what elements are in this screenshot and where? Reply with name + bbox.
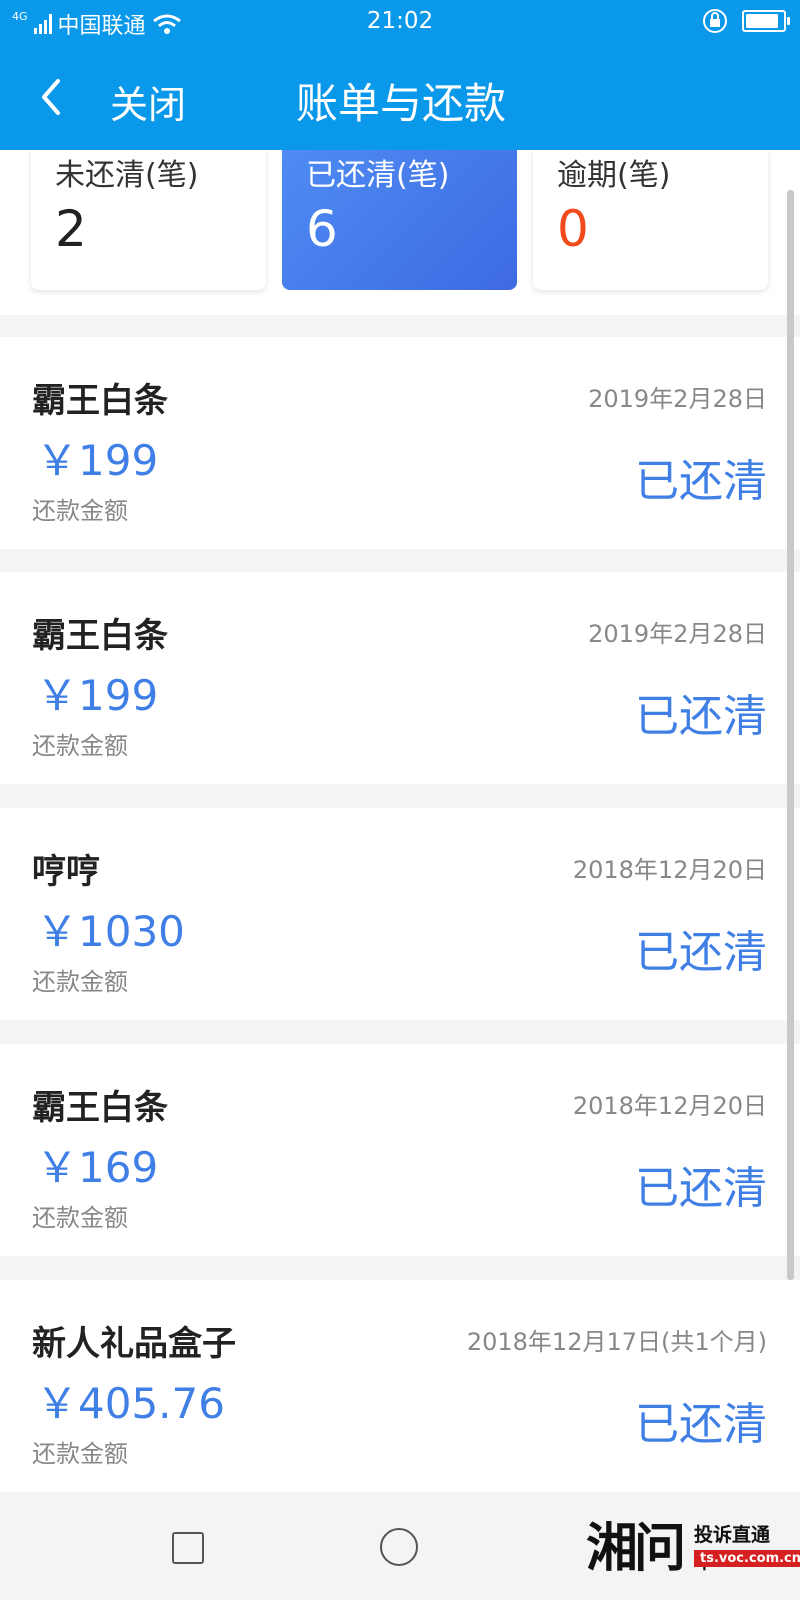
watermark-logo: 湘问: [586, 1518, 686, 1579]
bill-date: 2019年2月28日: [588, 620, 767, 648]
card-value: 0: [557, 200, 589, 258]
bill-item[interactable]: 霸王白条 2018年12月20日 ￥169 还款金额 已还清: [0, 1044, 800, 1256]
bill-status: 已还清: [635, 456, 767, 507]
nav-bar: 关闭 账单与还款: [0, 58, 800, 138]
status-time: 21:02: [366, 8, 434, 34]
app-header: 4G 中国联通 21:02 关闭 账单与还款: [0, 0, 800, 150]
page-title: 账单与还款: [296, 79, 507, 128]
bill-status: 已还清: [635, 1163, 767, 1214]
bill-amount-label: 还款金额: [32, 1204, 128, 1232]
bill-name: 哼哼: [32, 852, 100, 892]
system-nav-bar: 湘问 投诉直通车 ts.voc.com.cn: [0, 1494, 800, 1600]
card-unpaid[interactable]: 未还清(笔) 2: [31, 150, 266, 290]
card-label: 逾期(笔): [557, 158, 671, 193]
bill-item[interactable]: 霸王白条 2019年2月28日 ￥199 还款金额 已还清: [0, 337, 800, 549]
card-overdue[interactable]: 逾期(笔) 0: [533, 150, 768, 290]
status-bar: 4G 中国联通 21:02: [0, 0, 800, 42]
chevron-left-icon: [42, 79, 60, 115]
card-paid[interactable]: 已还清(笔) 6: [282, 150, 517, 290]
back-button[interactable]: [36, 72, 86, 122]
bill-amount-label: 还款金额: [32, 968, 128, 996]
bill-amount-label: 还款金额: [32, 497, 128, 525]
bill-amount: ￥1030: [36, 907, 185, 956]
bill-status: 已还清: [635, 691, 767, 742]
bill-status: 已还清: [635, 927, 767, 978]
battery-icon: [742, 10, 790, 32]
bill-status: 已还清: [635, 1399, 767, 1450]
home-button[interactable]: [380, 1528, 418, 1566]
bill-name: 霸王白条: [32, 381, 168, 421]
bill-name: 新人礼品盒子: [32, 1324, 236, 1364]
bill-date: 2018年12月20日: [572, 856, 767, 884]
watermark: 湘问 投诉直通车 ts.voc.com.cn: [586, 1506, 800, 1598]
bill-date: 2018年12月20日: [572, 1092, 767, 1120]
card-label: 未还清(笔): [55, 158, 199, 193]
bill-name: 霸王白条: [32, 616, 168, 656]
watermark-url: ts.voc.com.cn: [694, 1550, 800, 1567]
bill-date: 2018年12月17日(共1个月): [466, 1328, 767, 1356]
bill-item[interactable]: 新人礼品盒子 2018年12月17日(共1个月) ￥405.76 还款金额 已还…: [0, 1280, 800, 1492]
rotation-lock-icon: [703, 9, 727, 33]
bill-item[interactable]: 哼哼 2018年12月20日 ￥1030 还款金额 已还清: [0, 808, 800, 1020]
bill-amount-label: 还款金额: [32, 1440, 128, 1468]
bill-amount: ￥169: [36, 1143, 159, 1192]
summary-section: 未还清(笔) 2 已还清(笔) 6 逾期(笔) 0: [0, 150, 800, 315]
card-label: 已还清(笔): [306, 158, 450, 193]
bill-name: 霸王白条: [32, 1088, 168, 1128]
card-value: 6: [306, 200, 338, 258]
card-value: 2: [55, 200, 87, 258]
scrollbar[interactable]: [787, 190, 794, 1280]
close-button[interactable]: 关闭: [110, 74, 186, 129]
status-right: [702, 8, 790, 34]
bill-amount: ￥199: [36, 671, 159, 720]
recent-apps-button[interactable]: [172, 1532, 204, 1564]
bill-amount: ￥405.76: [36, 1379, 225, 1428]
bill-amount: ￥199: [36, 436, 159, 485]
bill-item[interactable]: 霸王白条 2019年2月28日 ￥199 还款金额 已还清: [0, 572, 800, 784]
bill-amount-label: 还款金额: [32, 732, 128, 760]
bill-date: 2019年2月28日: [588, 385, 767, 413]
